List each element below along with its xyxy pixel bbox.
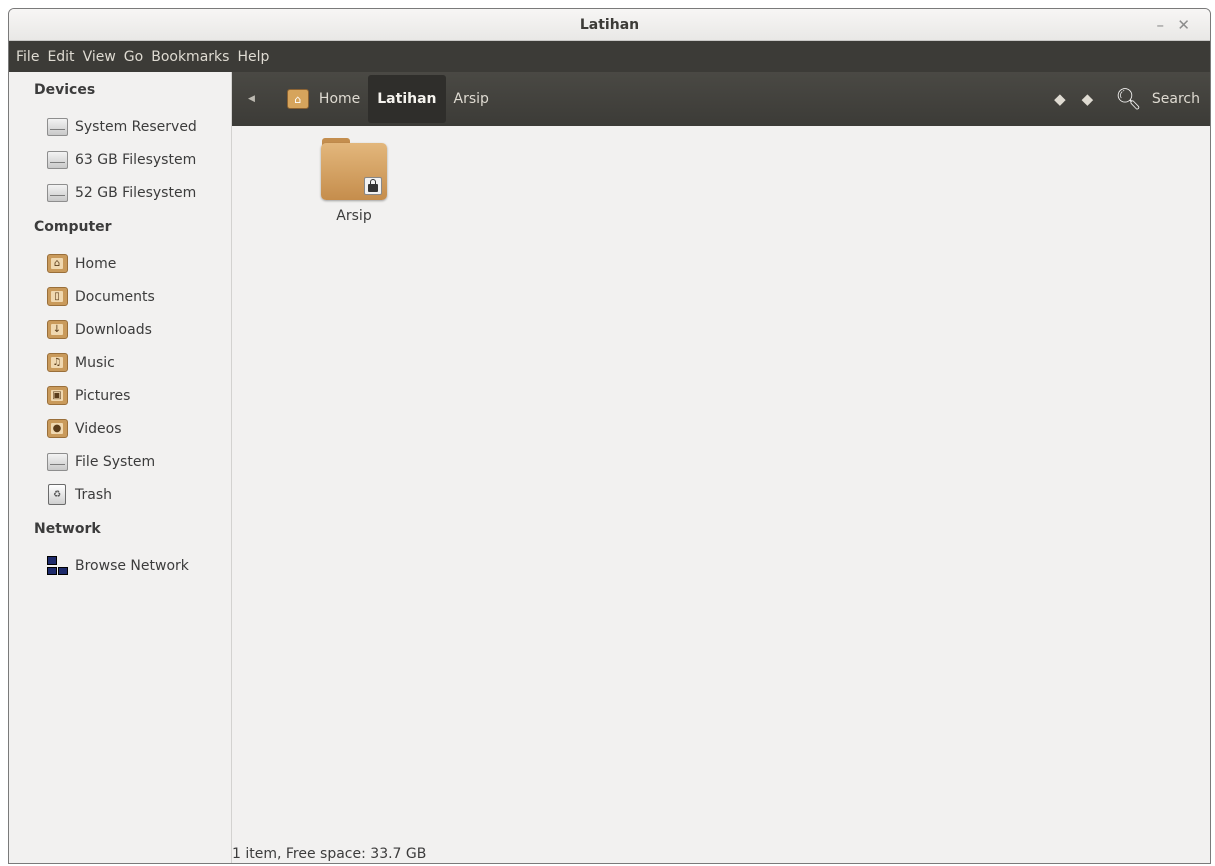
sidebar-item-videos[interactable]: ● Videos bbox=[9, 412, 231, 445]
folder-name: Arsip bbox=[336, 208, 372, 224]
back-arrow-icon[interactable]: ◆ bbox=[1054, 90, 1066, 108]
sidebar-item-label: Downloads bbox=[75, 321, 152, 338]
network-icon bbox=[46, 555, 68, 577]
menubar: File Edit View Go Bookmarks Help bbox=[9, 41, 1210, 72]
sidebar-item-label: Videos bbox=[75, 420, 122, 437]
sidebar: Devices System Reserved 63 GB Filesystem… bbox=[9, 72, 232, 863]
status-bar: 1 item, Free space: 33.7 GB bbox=[232, 846, 427, 862]
breadcrumb-arsip[interactable]: Arsip bbox=[446, 75, 497, 123]
menu-file[interactable]: File bbox=[12, 49, 43, 65]
sidebar-item-system-reserved[interactable]: System Reserved bbox=[9, 110, 231, 143]
sidebar-item-downloads[interactable]: ↓ Downloads bbox=[9, 313, 231, 346]
sidebar-item-browse-network[interactable]: Browse Network bbox=[9, 549, 231, 582]
sidebar-item-63gb-filesystem[interactable]: 63 GB Filesystem bbox=[9, 143, 231, 176]
sidebar-item-music[interactable]: ♫ Music bbox=[9, 346, 231, 379]
file-view[interactable]: Arsip 1 item, Free space: 33.7 GB bbox=[232, 126, 1210, 863]
search-icon[interactable]: 🔍︎ bbox=[1115, 87, 1142, 112]
search-button[interactable]: Search bbox=[1152, 91, 1200, 107]
sidebar-item-trash[interactable]: ♻ Trash bbox=[9, 478, 231, 511]
sidebar-item-label: 63 GB Filesystem bbox=[75, 151, 197, 168]
menu-bookmarks[interactable]: Bookmarks bbox=[147, 49, 233, 65]
close-button[interactable]: ✕ bbox=[1177, 16, 1190, 34]
videos-folder-icon: ● bbox=[46, 418, 68, 440]
sidebar-section-devices: Devices bbox=[34, 82, 96, 98]
sidebar-item-pictures[interactable]: ▣ Pictures bbox=[9, 379, 231, 412]
sidebar-item-label: Browse Network bbox=[75, 557, 189, 574]
home-folder-icon: ⌂ bbox=[46, 253, 68, 275]
menu-view[interactable]: View bbox=[79, 49, 120, 65]
breadcrumb-label: Latihan bbox=[377, 91, 437, 107]
drive-icon bbox=[46, 149, 68, 171]
sidebar-item-file-system[interactable]: File System bbox=[9, 445, 231, 478]
file-manager-window: Latihan – ✕ File Edit View Go Bookmarks … bbox=[8, 8, 1211, 864]
menu-help[interactable]: Help bbox=[233, 49, 273, 65]
sidebar-section-computer: Computer bbox=[34, 219, 112, 235]
sidebar-item-52gb-filesystem[interactable]: 52 GB Filesystem bbox=[9, 176, 231, 209]
sidebar-item-label: 52 GB Filesystem bbox=[75, 184, 197, 201]
minimize-button[interactable]: – bbox=[1157, 16, 1165, 34]
documents-folder-icon: ▯ bbox=[46, 286, 68, 308]
sidebar-item-label: Trash bbox=[75, 486, 112, 503]
locked-folder-icon bbox=[321, 138, 387, 200]
sidebar-item-label: System Reserved bbox=[75, 118, 197, 135]
titlebar: Latihan – ✕ bbox=[9, 9, 1210, 41]
trash-icon: ♻ bbox=[46, 484, 68, 506]
menu-go[interactable]: Go bbox=[120, 49, 147, 65]
drive-icon bbox=[46, 116, 68, 138]
sidebar-item-label: Home bbox=[75, 255, 117, 272]
lock-icon bbox=[364, 177, 382, 195]
breadcrumb-home[interactable]: ⌂ Home bbox=[279, 75, 368, 123]
window-title: Latihan bbox=[579, 16, 640, 33]
path-scroll-left-icon[interactable]: ◀ bbox=[248, 94, 255, 104]
breadcrumb-label: Arsip bbox=[453, 91, 489, 107]
menu-edit[interactable]: Edit bbox=[43, 49, 78, 65]
forward-arrow-icon[interactable]: ◆ bbox=[1082, 90, 1094, 108]
sidebar-item-label: Pictures bbox=[75, 387, 131, 404]
sidebar-item-home[interactable]: ⌂ Home bbox=[9, 247, 231, 280]
breadcrumb-latihan[interactable]: Latihan bbox=[368, 75, 446, 123]
drive-icon bbox=[46, 451, 68, 473]
drive-icon bbox=[46, 182, 68, 204]
path-bar: ◀ ⌂ Home Latihan Arsip ◆ ◆ 🔍︎ Search bbox=[232, 72, 1210, 126]
breadcrumb-label: Home bbox=[318, 91, 361, 107]
downloads-folder-icon: ↓ bbox=[46, 319, 68, 341]
sidebar-section-network: Network bbox=[34, 521, 101, 537]
home-icon: ⌂ bbox=[286, 89, 309, 109]
sidebar-item-label: File System bbox=[75, 453, 156, 470]
sidebar-item-label: Documents bbox=[75, 288, 155, 305]
main-pane: ◀ ⌂ Home Latihan Arsip ◆ ◆ 🔍︎ Search Ars… bbox=[232, 72, 1210, 863]
music-folder-icon: ♫ bbox=[46, 352, 68, 374]
sidebar-item-label: Music bbox=[75, 354, 115, 371]
pictures-folder-icon: ▣ bbox=[46, 385, 68, 407]
folder-item-arsip[interactable]: Arsip bbox=[318, 138, 390, 224]
sidebar-item-documents[interactable]: ▯ Documents bbox=[9, 280, 231, 313]
